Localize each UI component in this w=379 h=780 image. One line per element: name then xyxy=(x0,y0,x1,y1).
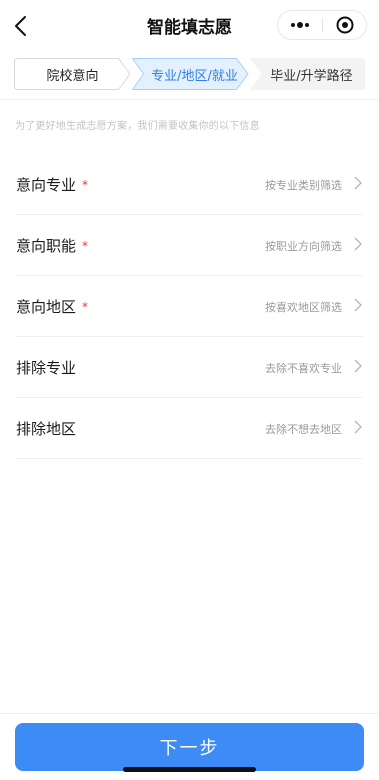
more-dots-icon xyxy=(291,22,309,28)
target-circle-icon xyxy=(336,16,354,34)
mini-program-capsule xyxy=(277,10,367,40)
required-mark: * xyxy=(82,239,89,253)
footer-divider xyxy=(0,713,379,714)
row-label: 意向专业 * xyxy=(16,176,89,194)
row-label: 排除地区 xyxy=(16,420,77,438)
row-divider xyxy=(16,458,363,459)
required-mark: * xyxy=(82,178,89,192)
row-label: 意向地区 * xyxy=(16,298,89,316)
header-divider xyxy=(0,99,379,100)
list-item-intended-major[interactable]: 意向专业 * 按专业类别筛选 xyxy=(0,154,379,215)
row-hint: 去除不喜欢专业 xyxy=(265,362,342,375)
list-item-intended-function[interactable]: 意向职能 * 按职业方向筛选 xyxy=(0,215,379,276)
chevron-right-icon xyxy=(354,298,362,312)
navbar: 智能填志愿 xyxy=(0,0,379,52)
step-graduation-path[interactable]: 毕业/升学路径 xyxy=(250,58,365,90)
step-major-region-job[interactable]: 专业/地区/就业 xyxy=(132,58,249,90)
required-mark: * xyxy=(82,300,89,314)
step-label: 毕业/升学路径 xyxy=(270,68,353,84)
step-label: 院校意向 xyxy=(46,68,99,84)
chevron-right-icon xyxy=(354,420,362,434)
step-indicator: 院校意向 专业/地区/就业 毕业/升学路径 xyxy=(14,58,365,90)
list-item-intended-region[interactable]: 意向地区 * 按喜欢地区筛选 xyxy=(0,276,379,337)
info-hint: 为了更好地生成志愿方案，我们需要收集你的以下信息 xyxy=(15,121,260,132)
home-indicator xyxy=(123,767,256,772)
step-label: 专业/地区/就业 xyxy=(151,68,238,84)
row-hint: 按专业类别筛选 xyxy=(265,179,342,192)
row-hint: 按喜欢地区筛选 xyxy=(265,301,342,314)
more-button[interactable] xyxy=(278,11,322,39)
row-hint: 按职业方向筛选 xyxy=(265,240,342,253)
chevron-right-icon xyxy=(354,359,362,373)
next-step-button[interactable]: 下一步 xyxy=(15,723,364,771)
row-hint: 去除不想去地区 xyxy=(265,423,342,436)
close-button[interactable] xyxy=(323,11,367,39)
row-label: 排除专业 xyxy=(16,359,77,377)
step-school-intent[interactable]: 院校意向 xyxy=(14,58,131,90)
list-item-exclude-region[interactable]: 排除地区 去除不想去地区 xyxy=(0,398,379,459)
page: 智能填志愿 院校意向 专业/地区/就业 毕业/升学路径 为了更好地生成志愿方案，… xyxy=(0,0,379,780)
row-label: 意向职能 * xyxy=(16,237,89,255)
chevron-right-icon xyxy=(354,176,362,190)
list-item-exclude-major[interactable]: 排除专业 去除不喜欢专业 xyxy=(0,337,379,398)
preference-list: 意向专业 * 按专业类别筛选 意向职能 * 按职业方向筛选 意向地区 * 按喜欢地区筛… xyxy=(0,154,379,459)
chevron-right-icon xyxy=(354,237,362,251)
